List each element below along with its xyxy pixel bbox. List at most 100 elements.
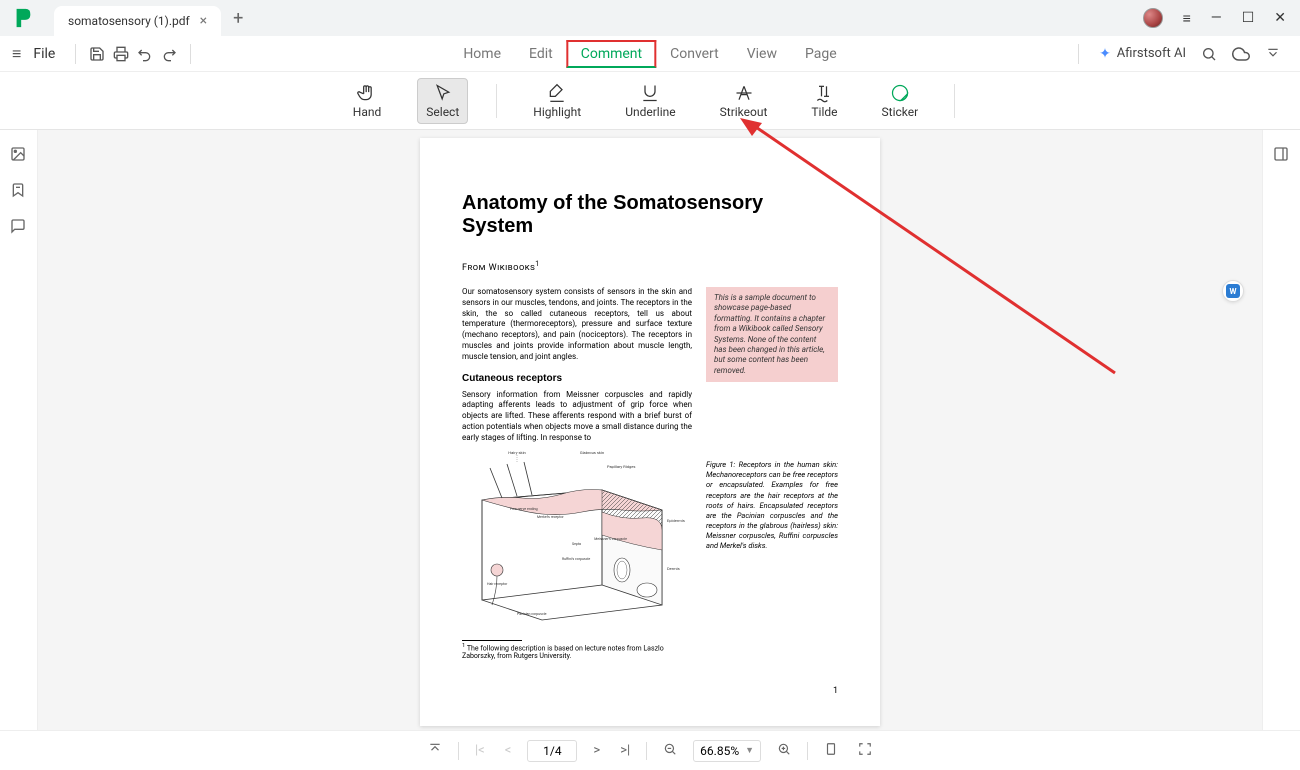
document-title: Anatomy of the Somatosensory System bbox=[462, 192, 838, 238]
paragraph-1: Our somatosensory system consists of sen… bbox=[462, 287, 692, 363]
save-icon[interactable] bbox=[88, 45, 106, 63]
zoom-out-button[interactable] bbox=[659, 740, 681, 762]
minimize-button[interactable]: — bbox=[1211, 10, 1222, 26]
figure-skin-diagram: Hairy skin Glabrous skin Papillary Ridge… bbox=[462, 450, 692, 630]
sparkle-icon: ✦ bbox=[1099, 46, 1111, 62]
divider bbox=[646, 742, 647, 760]
first-page-button[interactable]: |< bbox=[471, 741, 489, 760]
page-number-input[interactable] bbox=[527, 740, 577, 762]
divider bbox=[807, 742, 808, 760]
hamburger-icon[interactable]: ≡ bbox=[12, 44, 21, 64]
strikeout-icon bbox=[734, 83, 754, 103]
tool-sticker[interactable]: Sticker bbox=[874, 79, 927, 123]
maximize-button[interactable]: ☐ bbox=[1242, 10, 1255, 26]
bookmarks-icon[interactable] bbox=[10, 182, 28, 200]
menu-view[interactable]: View bbox=[733, 40, 791, 68]
undo-icon[interactable] bbox=[136, 45, 154, 63]
menu-home[interactable]: Home bbox=[449, 40, 515, 68]
panel-toggle-icon[interactable] bbox=[1273, 146, 1291, 164]
menu-convert[interactable]: Convert bbox=[656, 40, 733, 68]
collapse-icon[interactable] bbox=[1264, 45, 1282, 63]
divider bbox=[496, 84, 497, 118]
page-number: 1 bbox=[833, 686, 838, 696]
close-window-button[interactable]: ✕ bbox=[1274, 10, 1286, 26]
tool-label: Underline bbox=[625, 105, 675, 119]
menu-icon[interactable]: ≡ bbox=[1183, 10, 1191, 27]
scroll-top-button[interactable] bbox=[424, 740, 446, 762]
comment-toolbar: Hand Select Highlight Underline Strikeou… bbox=[0, 72, 1300, 130]
svg-text:Septa: Septa bbox=[572, 542, 581, 546]
divider bbox=[75, 44, 76, 64]
menu-edit[interactable]: Edit bbox=[515, 40, 567, 68]
cursor-icon bbox=[433, 83, 453, 103]
tab-title: somatosensory (1).pdf bbox=[68, 14, 190, 28]
svg-text:Hair receptor: Hair receptor bbox=[487, 582, 508, 586]
divider bbox=[1078, 44, 1079, 64]
tool-label: Highlight bbox=[533, 105, 581, 119]
hand-icon bbox=[357, 83, 377, 103]
tool-tilde[interactable]: Tilde bbox=[803, 79, 845, 123]
source-line: From Wikibooks1 bbox=[462, 260, 838, 273]
sample-notice-box: This is a sample document to showcase pa… bbox=[706, 287, 838, 382]
fullscreen-button[interactable] bbox=[854, 740, 876, 762]
menu-comment[interactable]: Comment bbox=[567, 40, 656, 68]
menu-page[interactable]: Page bbox=[791, 40, 851, 68]
document-viewport[interactable]: Anatomy of the Somatosensory System From… bbox=[38, 130, 1262, 730]
svg-text:Papillary Ridges: Papillary Ridges bbox=[607, 464, 635, 469]
tool-label: Tilde bbox=[811, 105, 837, 119]
tool-hand[interactable]: Hand bbox=[345, 79, 389, 123]
footnote: 1 The following description is based on … bbox=[462, 643, 692, 660]
fit-page-button[interactable] bbox=[820, 740, 842, 762]
last-page-button[interactable]: >| bbox=[616, 741, 634, 760]
paragraph-2: Sensory information from Meissner corpus… bbox=[462, 390, 692, 444]
tool-label: Sticker bbox=[882, 105, 919, 119]
divider bbox=[458, 742, 459, 760]
thumbnails-icon[interactable] bbox=[10, 146, 28, 164]
ai-label: Afirstsoft AI bbox=[1117, 46, 1186, 61]
main-menu: Home Edit Comment Convert View Page bbox=[449, 40, 850, 68]
figure-caption: Figure 1: Receptors in the human skin: M… bbox=[706, 460, 838, 551]
comments-panel-icon[interactable] bbox=[10, 218, 28, 236]
document-tab[interactable]: somatosensory (1).pdf × bbox=[54, 6, 221, 36]
svg-text:Glabrous skin: Glabrous skin bbox=[580, 450, 604, 455]
main-area: Anatomy of the Somatosensory System From… bbox=[0, 130, 1300, 730]
highlight-icon bbox=[547, 83, 567, 103]
title-bar: somatosensory (1).pdf × + ≡ — ☐ ✕ bbox=[0, 0, 1300, 36]
tool-select[interactable]: Select bbox=[417, 78, 468, 124]
pdf-page: Anatomy of the Somatosensory System From… bbox=[420, 138, 880, 726]
search-icon[interactable] bbox=[1200, 45, 1218, 63]
cloud-icon[interactable] bbox=[1232, 45, 1250, 63]
tool-label: Hand bbox=[353, 105, 381, 119]
app-logo bbox=[12, 7, 34, 29]
user-avatar[interactable] bbox=[1143, 8, 1163, 28]
word-export-badge[interactable]: W bbox=[1222, 280, 1244, 302]
next-page-button[interactable]: > bbox=[589, 741, 604, 760]
tilde-icon bbox=[814, 83, 834, 103]
svg-text:Pacinian corpuscle: Pacinian corpuscle bbox=[517, 612, 547, 616]
svg-text:Meissner's corpuscle: Meissner's corpuscle bbox=[594, 537, 627, 541]
ai-button[interactable]: ✦ Afirstsoft AI bbox=[1099, 46, 1186, 62]
sticker-icon bbox=[890, 83, 910, 103]
redo-icon[interactable] bbox=[160, 45, 178, 63]
tool-strikeout[interactable]: Strikeout bbox=[712, 79, 776, 123]
zoom-in-button[interactable] bbox=[773, 740, 795, 762]
zoom-level-select[interactable]: 66.85% ▼ bbox=[693, 740, 761, 762]
svg-text:Free nerve ending: Free nerve ending bbox=[510, 507, 538, 511]
svg-text:Ruffini's corpuscle: Ruffini's corpuscle bbox=[562, 557, 590, 561]
tool-highlight[interactable]: Highlight bbox=[525, 79, 589, 123]
new-tab-button[interactable]: + bbox=[233, 8, 243, 29]
menu-bar: ≡ File Home Edit Comment Convert View Pa… bbox=[0, 36, 1300, 72]
svg-text:Epidermis: Epidermis bbox=[667, 518, 685, 523]
print-icon[interactable] bbox=[112, 45, 130, 63]
file-menu[interactable]: File bbox=[33, 46, 55, 62]
zoom-value: 66.85% bbox=[700, 744, 739, 758]
tool-underline[interactable]: Underline bbox=[617, 79, 683, 123]
tab-close-icon[interactable]: × bbox=[200, 13, 207, 29]
bottom-bar: |< < > >| 66.85% ▼ bbox=[0, 730, 1300, 770]
underline-icon bbox=[640, 83, 660, 103]
prev-page-button[interactable]: < bbox=[501, 741, 516, 760]
left-sidebar bbox=[0, 130, 38, 730]
right-sidebar bbox=[1262, 130, 1300, 730]
svg-text:Merkel's receptor: Merkel's receptor bbox=[537, 515, 564, 519]
subheading: Cutaneous receptors bbox=[462, 373, 692, 384]
